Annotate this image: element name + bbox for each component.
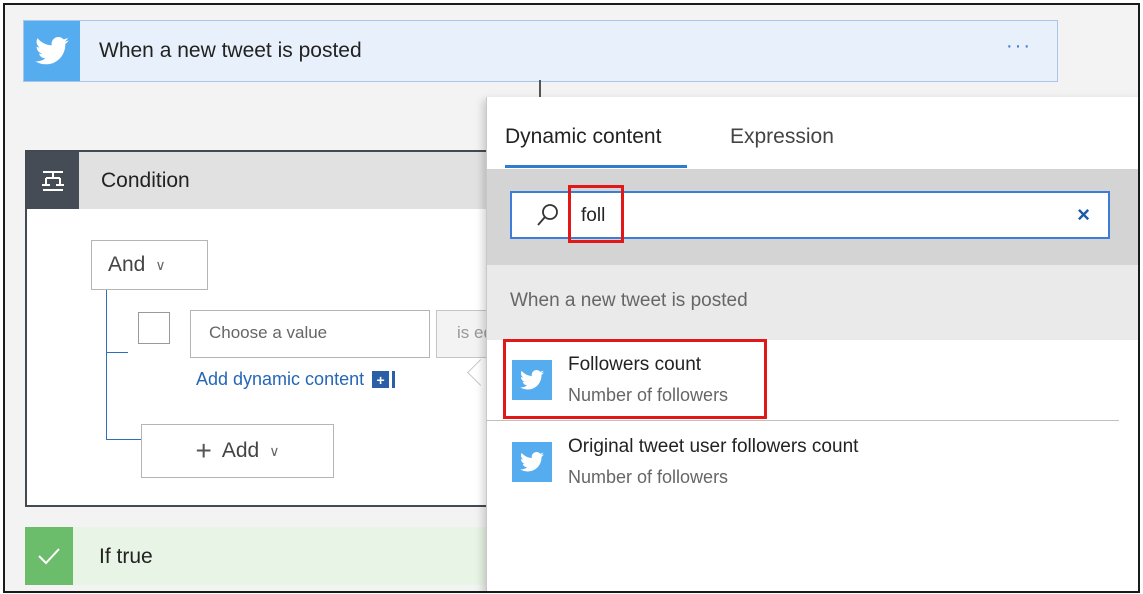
search-icon — [535, 202, 561, 233]
choose-value-input[interactable]: Choose a value — [190, 310, 430, 358]
add-label: Add — [221, 439, 260, 462]
active-tab-indicator — [505, 165, 687, 168]
add-dynamic-content-label: Add dynamic content — [196, 369, 365, 389]
clear-search-button[interactable]: × — [1077, 202, 1090, 228]
result-highlight-box — [503, 339, 767, 419]
condition-title: Condition — [101, 169, 190, 192]
result-description: Number of followers — [568, 467, 729, 487]
if-true-title: If true — [99, 545, 153, 568]
condition-card: Condition And ∨ Choose a value is equal … — [25, 150, 506, 507]
results-group-header: When a new tweet is posted — [487, 265, 1138, 340]
row-checkbox[interactable] — [138, 312, 170, 344]
tree-branch — [106, 439, 143, 440]
condition-icon — [27, 152, 79, 209]
and-label: And — [108, 253, 146, 276]
add-dynamic-content-link[interactable]: Add dynamic content + — [196, 369, 393, 390]
plus-icon: + — [372, 371, 393, 388]
twitter-icon — [512, 442, 552, 482]
chevron-down-icon: ∨ — [155, 256, 166, 273]
search-highlight-box — [568, 185, 624, 243]
tree-branch — [106, 352, 128, 353]
tree-line — [106, 290, 107, 440]
tab-dynamic-content[interactable]: Dynamic content — [505, 125, 661, 149]
flow-designer: When a new tweet is posted ··· Condition… — [3, 3, 1140, 593]
result-title: Original tweet user followers count — [568, 436, 859, 457]
and-dropdown[interactable]: And ∨ — [91, 240, 208, 290]
add-button[interactable]: + Add ∨ — [141, 424, 334, 478]
if-true-card[interactable]: If true — [25, 527, 505, 585]
dynamic-content-panel: Dynamic content Expression foll × When a… — [486, 97, 1138, 591]
tab-expression[interactable]: Expression — [730, 125, 834, 149]
chevron-down-icon: ∨ — [269, 442, 280, 459]
twitter-icon — [24, 21, 80, 81]
condition-header[interactable]: Condition — [27, 152, 503, 209]
trigger-card[interactable]: When a new tweet is posted ··· — [23, 20, 1058, 82]
more-options-button[interactable]: ··· — [1006, 35, 1032, 58]
trigger-title: When a new tweet is posted — [99, 39, 362, 62]
result-item-original-tweet-followers[interactable]: Original tweet user followers count Numb… — [487, 422, 1119, 502]
checkmark-icon — [25, 527, 73, 585]
group-label: When a new tweet is posted — [510, 290, 748, 311]
plus-icon: + — [195, 435, 212, 466]
panel-tabs: Dynamic content Expression — [487, 97, 1138, 169]
